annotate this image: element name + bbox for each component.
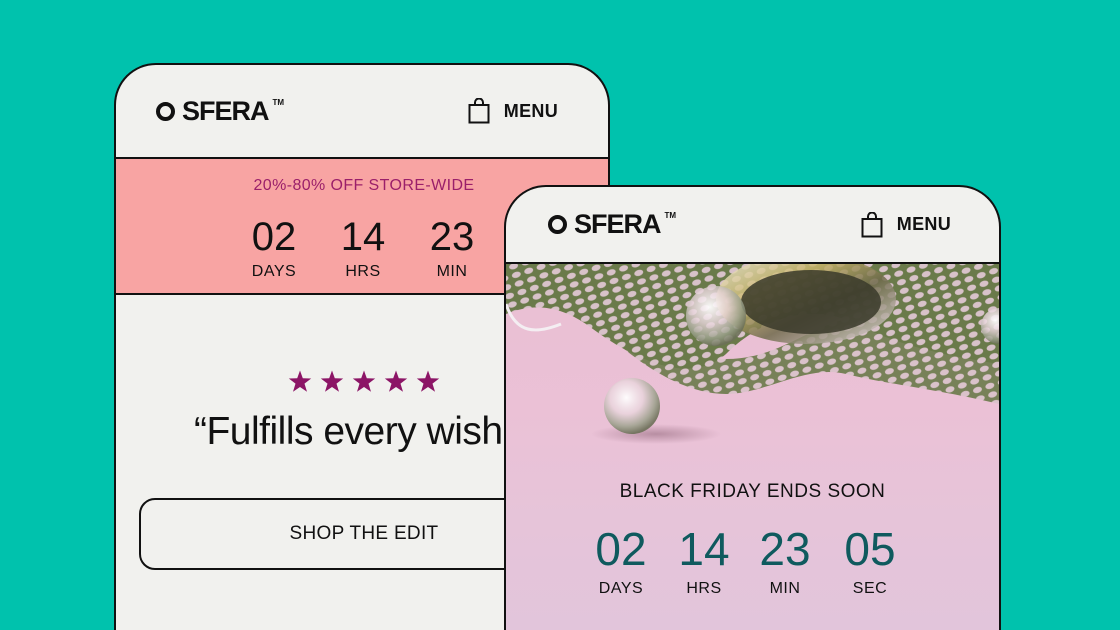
countdown-label: MIN	[769, 580, 801, 597]
star-icon	[352, 370, 376, 392]
countdown-value: 23	[759, 523, 811, 575]
countdown-value: 02	[251, 215, 297, 259]
brand-name: SFERA	[574, 209, 662, 239]
menu-button[interactable]: MENU	[897, 214, 951, 235]
menu-button[interactable]: MENU	[504, 101, 558, 122]
header-actions: MENU	[468, 98, 558, 124]
countdown-value: 14	[678, 523, 730, 575]
star-icon	[288, 370, 312, 392]
countdown-minutes: 23 MIN	[412, 217, 492, 281]
trademark-symbol: TM	[664, 211, 677, 220]
countdown-label: HRS	[686, 580, 722, 597]
countdown-hours: 14 HRS	[323, 217, 403, 281]
countdown-value: 23	[429, 215, 475, 259]
countdown-label: HRS	[345, 263, 381, 280]
countdown-label: DAYS	[598, 580, 644, 597]
brand-logo[interactable]: SFERA TM	[156, 96, 284, 127]
countdown-minutes: 23 MIN	[745, 526, 825, 598]
trademark-symbol: TM	[272, 97, 285, 107]
countdown-seconds: 05 SEC	[830, 526, 910, 598]
star-icon	[416, 370, 440, 392]
rating-stars	[288, 370, 440, 393]
review-quote: “Fulfills every wish	[194, 410, 503, 453]
front-phone-header: SFERA TM MENU	[506, 187, 999, 264]
countdown-label: MIN	[436, 263, 468, 280]
star-icon	[320, 370, 344, 392]
star-icon	[384, 370, 408, 392]
shopping-bag-icon[interactable]	[468, 98, 490, 124]
brand-logo[interactable]: SFERA TM	[548, 209, 676, 240]
back-phone-header: SFERA TM MENU	[116, 65, 608, 159]
countdown-value: 14	[340, 215, 386, 259]
countdown-label: DAYS	[251, 263, 297, 280]
countdown-days: 02 DAYS	[234, 217, 314, 281]
countdown-value: 05	[844, 523, 896, 575]
countdown-value: 02	[595, 523, 647, 575]
brand-name: SFERA	[182, 95, 270, 126]
countdown-label: SEC	[852, 580, 888, 597]
logo-circle-icon	[156, 101, 175, 121]
hero-banner: BLACK FRIDAY ENDS SOON 02 DAYS 14 HRS 23…	[506, 264, 999, 630]
shopping-bag-icon[interactable]	[861, 211, 883, 238]
countdown-days: 02 DAYS	[581, 526, 661, 598]
countdown-hours: 14 HRS	[664, 526, 744, 598]
logo-circle-icon	[548, 215, 567, 234]
black-friday-headline: BLACK FRIDAY ENDS SOON	[619, 481, 886, 502]
front-phone-mockup: SFERA TM MENU BLACK FRIDAY ENDS SOON 02 …	[504, 185, 1001, 630]
header-actions: MENU	[861, 211, 951, 238]
